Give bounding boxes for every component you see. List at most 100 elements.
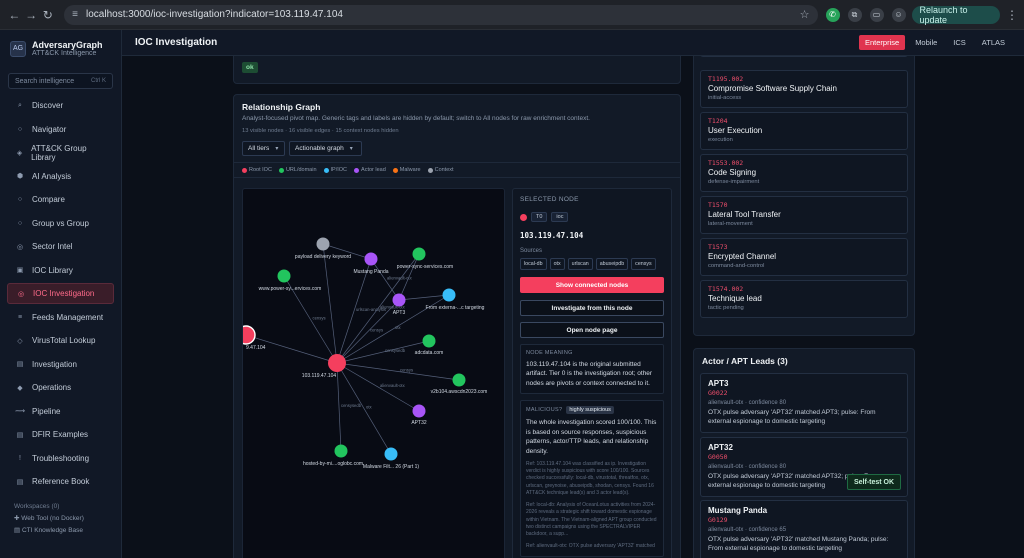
workspace-item-cti-kb[interactable]: ▤ CTI Knowledge Base (0, 524, 121, 536)
graph-node-power-sync-services-com[interactable] (412, 247, 426, 261)
sidebar-item-virustotal-lookup[interactable]: ◇ VirusTotal Lookup (7, 330, 114, 351)
sidebar-item-troubleshooting[interactable]: ! Troubleshooting (7, 448, 114, 469)
side-panel-icon[interactable]: ▭ (869, 7, 884, 22)
technique-lead-t1573[interactable]: T1573 Encrypted Channel command-and-contro… (700, 238, 908, 276)
page-title: IOC Investigation (135, 37, 218, 48)
self-test-badge[interactable]: Self-test OK (847, 474, 902, 490)
tab-atlas[interactable]: ATLAS (976, 35, 1011, 50)
graph-node-adcdata-com[interactable] (422, 334, 436, 348)
sidebar-item-discover[interactable]: ⌕ Discover (7, 95, 114, 116)
forward-arrow-icon[interactable]: → (23, 6, 40, 24)
technique-tactic: lateral-movement (708, 221, 753, 227)
graph-node-www-power-sy-ervices-com[interactable] (277, 269, 291, 283)
legend-label: Malware (399, 167, 421, 173)
tab-enterprise[interactable]: Enterprise (859, 35, 906, 50)
graph-node-label: v2b104.awscdn2023.com (431, 389, 488, 395)
sidebar-item-feeds-management[interactable]: ≡ Feeds Management (7, 307, 114, 328)
node-meaning-text: 103.119.47.104 is the original submitted… (526, 361, 653, 387)
tab-mobile[interactable]: Mobile (909, 35, 943, 50)
sidebar-item-group-vs-group[interactable]: ○ Group vs Group (7, 213, 114, 234)
graph-svg[interactable]: urlscan-analysisalienvault-otxcensyscens… (243, 189, 505, 558)
sidebar-item-operations[interactable]: ◆ Operations (7, 377, 114, 398)
technique-lead-t1574-002[interactable]: T1574.002 Technique lead tactic pending (700, 280, 908, 318)
graph-node-9-47-104[interactable] (243, 325, 256, 345)
open-node-page-button[interactable]: Open node page (520, 322, 664, 338)
tab-ics[interactable]: ICS (947, 35, 972, 50)
technique-tactic: defense-impairment (708, 179, 760, 185)
back-arrow-icon[interactable]: ← (6, 6, 23, 24)
graph-node-v2b104-awscdn2023-com[interactable] (452, 373, 466, 387)
actor-group-id: G0022 (708, 389, 728, 397)
tier-select[interactable]: All tiers ▾ (242, 141, 285, 156)
selected-node-heading: SELECTED NODE (520, 196, 579, 203)
sidebar-item-navigator[interactable]: ○ Navigator (7, 119, 114, 140)
technique-lead-t1204[interactable]: T1204 User Execution execution (700, 112, 908, 150)
actor-lead-apt3[interactable]: APT3 G0022 alienvault-otx · confidence 80 O… (700, 373, 908, 433)
sidebar-nav: ⌕ Discover ○ Navigator ◈ ATT&CK Group Library… (0, 95, 121, 492)
graph-node-label: payload delivery keyword (295, 254, 351, 260)
view-select[interactable]: Actionable graph ▾ (289, 141, 362, 156)
sidebar-item-ioc-library[interactable]: ▣ IOC Library (7, 260, 114, 281)
graph-edge-label: otx (395, 325, 401, 330)
show-connected-nodes-button[interactable]: Show connected nodes (520, 277, 664, 293)
sidebar-item-dfir-examples[interactable]: ▤ DFIR Examples (7, 424, 114, 445)
site-info-icon[interactable]: ≡ (72, 9, 78, 20)
brand[interactable]: AG AdversaryGraph ATT&CK Intelligence (0, 30, 121, 65)
graph-node-103-119-47-104[interactable] (328, 354, 346, 372)
node-meaning-heading: NODE MEANING (526, 350, 573, 356)
relationship-graph-card: Relationship Graph Analyst-focused pivot… (233, 94, 681, 558)
sidebar-item-label: IOC Investigation (33, 289, 95, 298)
workspace-item-web-tool[interactable]: ✚ Web Tool (no Docker) (0, 512, 121, 524)
graph-node-hosted-by-mi-oglobc-com[interactable] (334, 444, 348, 458)
actor-group-id: G0050 (708, 453, 728, 461)
technique-name: Code Signing (708, 168, 757, 177)
technique-lead-item[interactable]: Exploit Public-Facing Applicationinitial… (700, 56, 908, 57)
sidebar-item-reference-book[interactable]: ▤ Reference Book (7, 471, 114, 492)
ai-analysis-icon: ⬢ (16, 173, 24, 180)
graph-node-apt3[interactable] (392, 293, 406, 307)
technique-id: T1195.002 (708, 75, 744, 83)
graph-canvas[interactable]: urlscan-analysisalienvault-otxcensyscens… (242, 188, 505, 558)
technique-name: Lateral Tool Transfer (708, 210, 781, 219)
graph-node-apt32[interactable] (412, 404, 426, 418)
search-shortcut: Ctrl K (91, 78, 106, 84)
whatsapp-extension-icon[interactable]: ✆ (825, 7, 840, 22)
relaunch-button[interactable]: Relaunch to update (911, 5, 1001, 25)
profile-avatar-icon[interactable]: ☺ (891, 7, 906, 22)
view-select-value: Actionable graph (295, 145, 344, 152)
graph-edge-label: censys (400, 368, 413, 373)
sidebar-item-label: Navigator (32, 124, 67, 134)
graph-edge-label: censys (313, 316, 326, 321)
bookmark-star-icon[interactable]: ☆ (800, 8, 810, 21)
verdict-badge: highly suspicious (566, 406, 614, 415)
graph-node-from-externa-c-targeting[interactable] (442, 288, 456, 302)
graph-title: Relationship Graph (242, 102, 321, 112)
extensions-puzzle-icon[interactable]: ⧉ (847, 7, 862, 22)
graph-node-payload-delivery-keyword[interactable] (316, 237, 330, 251)
technique-lead-t1570[interactable]: T1570 Lateral Tool Transfer lateral-moveme… (700, 196, 908, 234)
technique-lead-t1195-002[interactable]: T1195.002 Compromise Software Supply Chai… (700, 70, 908, 108)
investigate-from-node-button[interactable]: Investigate from this node (520, 300, 664, 316)
address-bar[interactable]: ≡ localhost:3000/ioc-investigation?indic… (64, 4, 818, 25)
graph-node-mustang-panda[interactable] (364, 252, 378, 266)
legend-dot-icon (323, 167, 329, 173)
browser-menu-icon[interactable]: ⋮ (1006, 8, 1018, 22)
technique-tactic: tactic pending (708, 305, 744, 311)
sidebar-item-ai-analysis[interactable]: ⬢ AI Analysis (7, 166, 114, 187)
actor-lead-mustang-panda[interactable]: Mustang Panda G0129 alienvault-otx · confi… (700, 500, 908, 558)
reload-icon[interactable]: ↻ (39, 6, 56, 24)
sidebar-item-investigation[interactable]: ▤ Investigation (7, 354, 114, 375)
sidebar-item-sector-intel[interactable]: ◎ Sector Intel (7, 236, 114, 257)
sidebar-item-ioc-investigation[interactable]: ◎ IOC Investigation (7, 283, 114, 304)
technique-lead-t1553-002[interactable]: T1553.002 Code Signing defense-impairment (700, 154, 908, 192)
selected-node-panel: SELECTED NODE T0 ioc 103.119.47.104 Sour… (512, 188, 672, 558)
sidebar-search-input[interactable]: Search intelligence Ctrl K (8, 73, 113, 89)
sidebar-item-pipeline[interactable]: ⟿ Pipeline (7, 401, 114, 422)
sidebar-item-compare[interactable]: ○ Compare (7, 189, 114, 210)
compare-icon: ○ (17, 196, 23, 203)
graph-node-malware-filt-26-part-1[interactable] (384, 447, 398, 461)
reference-book-icon: ▤ (16, 478, 24, 486)
graph-node-label: www.power-sy...ervices.com (259, 286, 322, 292)
pipeline-icon: ⟿ (14, 408, 26, 415)
sidebar-item-att-ck-group-library[interactable]: ◈ ATT&CK Group Library (7, 142, 114, 163)
